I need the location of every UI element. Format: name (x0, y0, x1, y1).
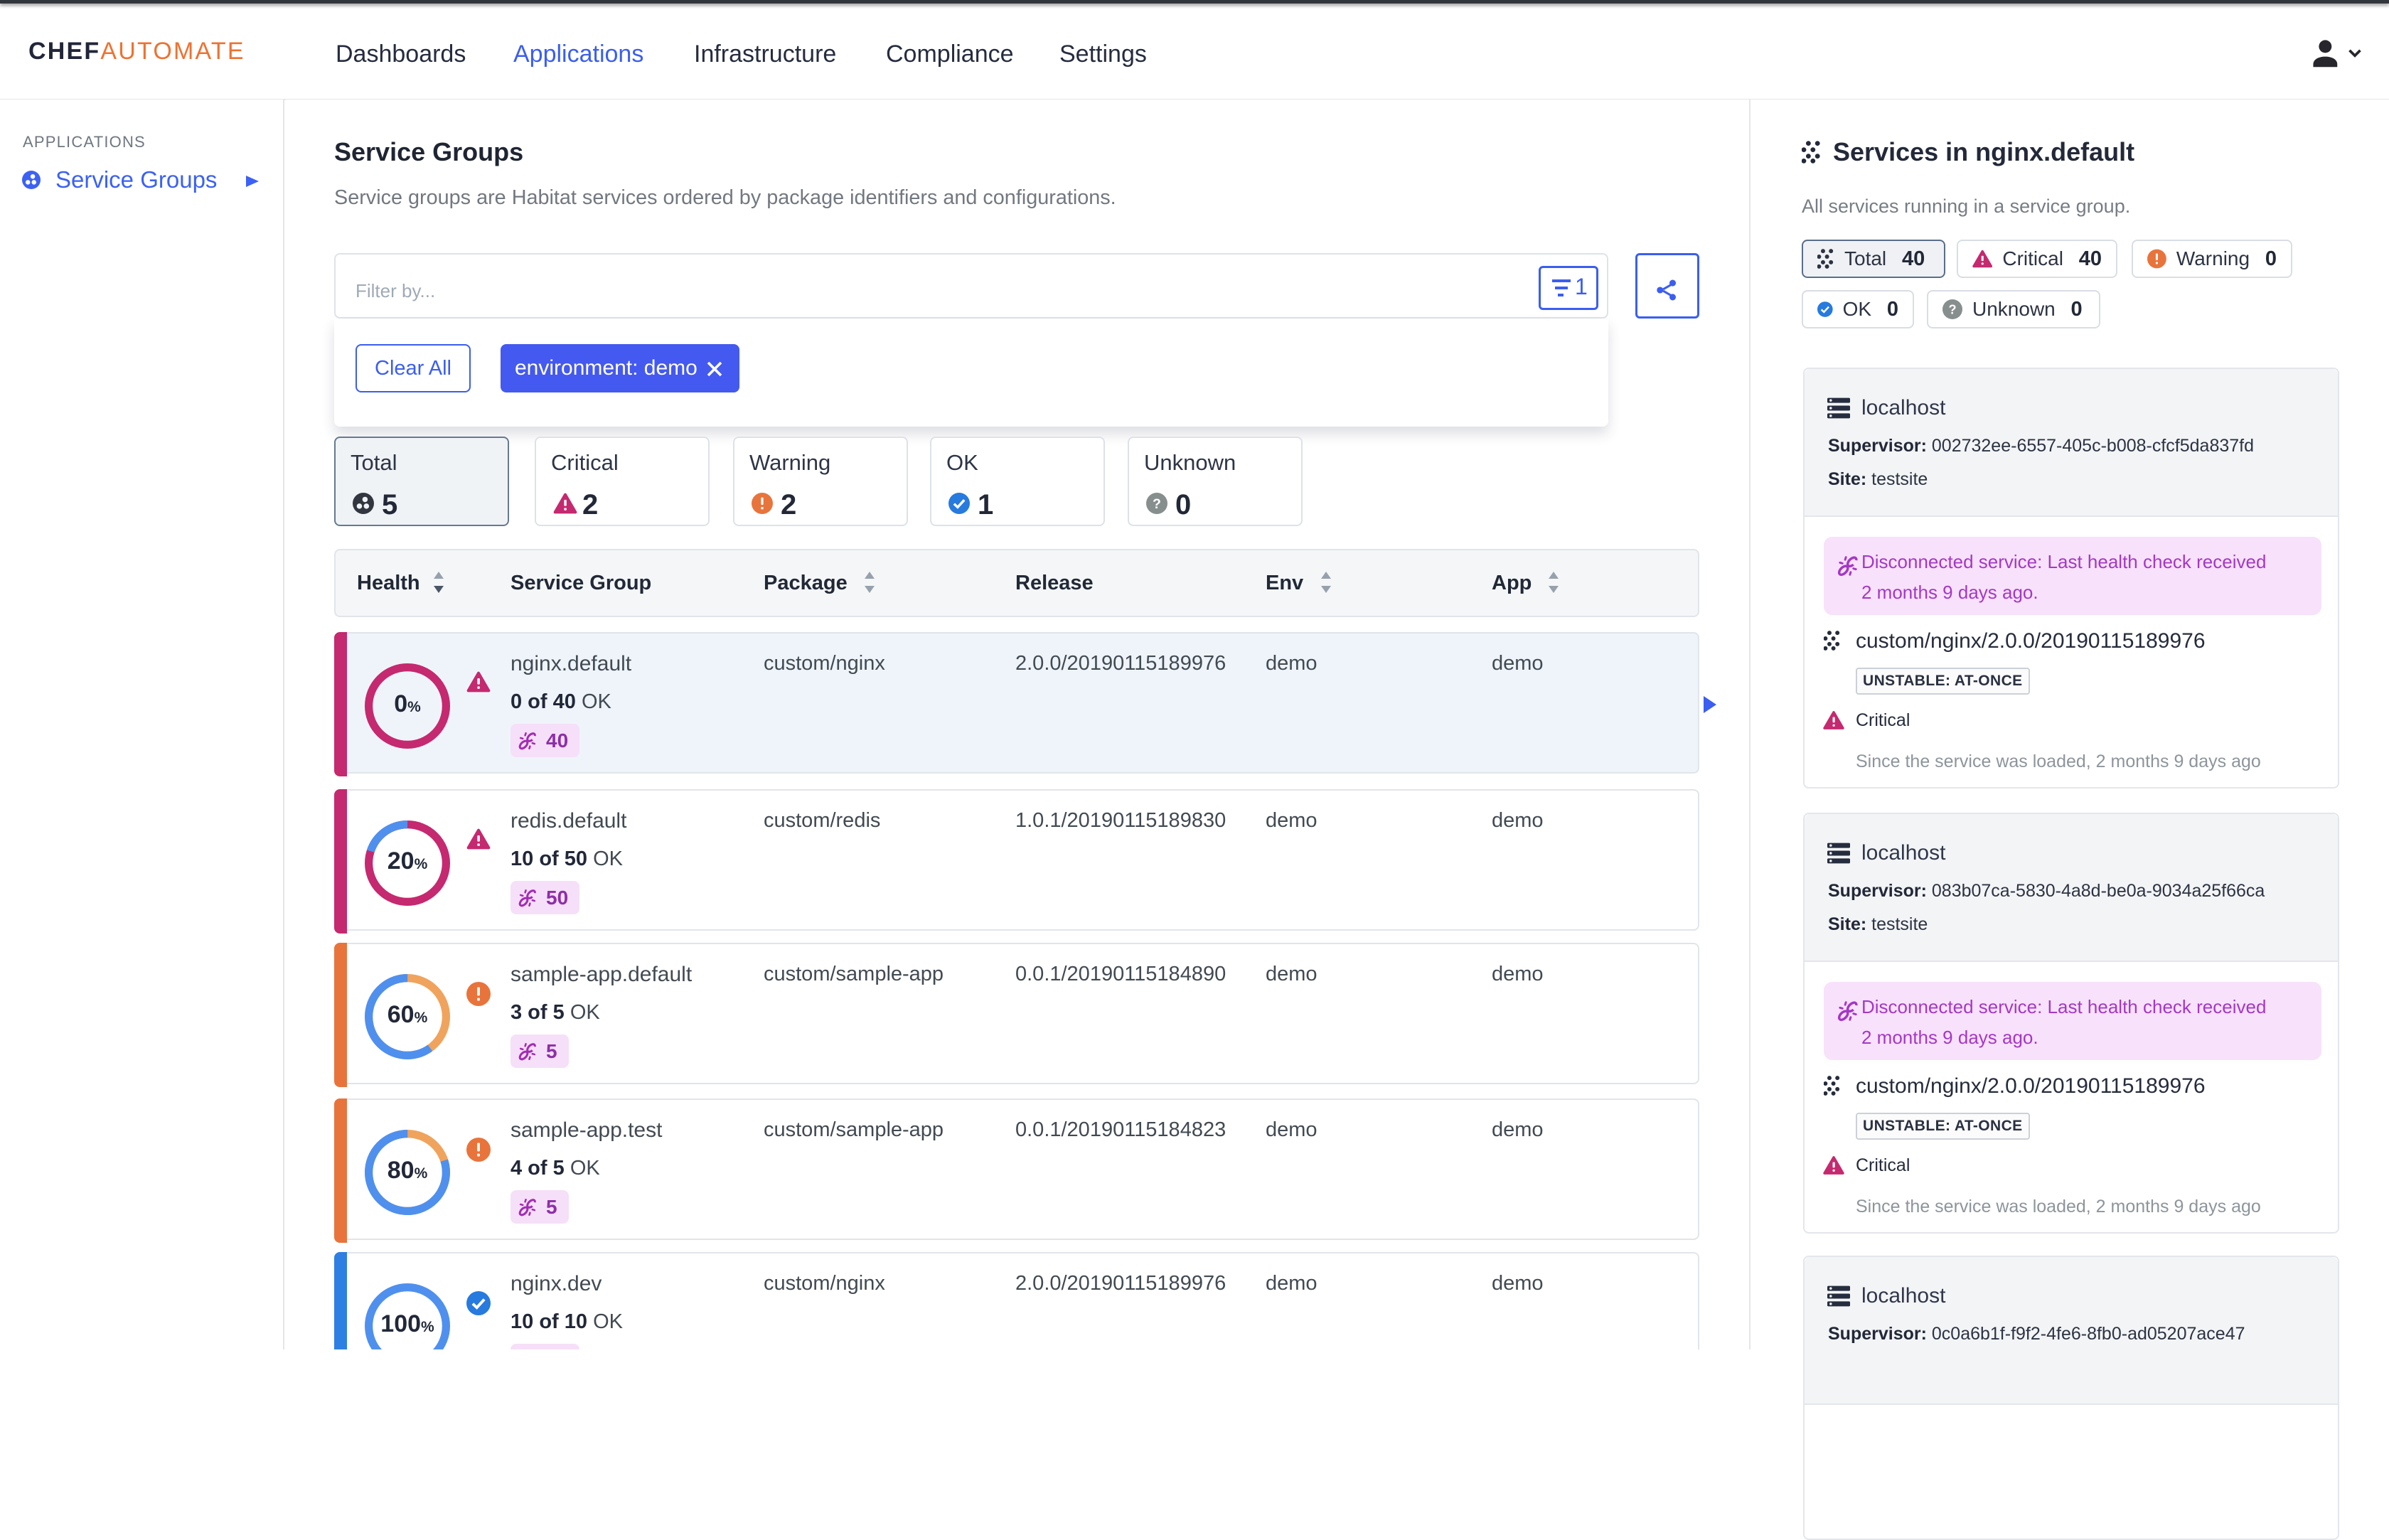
svg-text:?: ? (1153, 496, 1161, 512)
svg-text:?: ? (1948, 302, 1956, 316)
